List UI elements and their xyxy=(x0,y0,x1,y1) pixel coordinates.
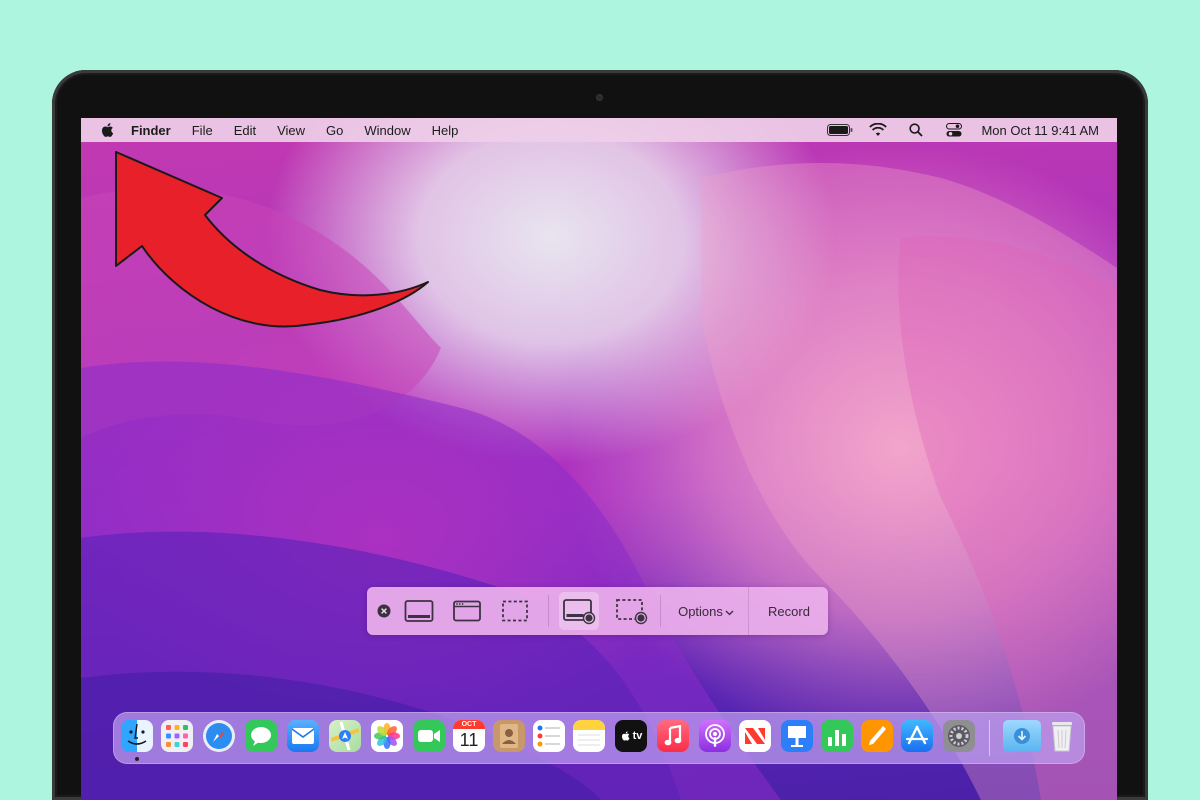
facetime-icon[interactable] xyxy=(413,720,445,752)
menu-view[interactable]: View xyxy=(277,123,305,138)
music-icon[interactable] xyxy=(657,720,689,752)
numbers-icon[interactable] xyxy=(821,720,853,752)
calendar-day-label: 11 xyxy=(459,730,479,750)
launchpad-icon[interactable] xyxy=(161,720,193,752)
trash-icon[interactable] xyxy=(1047,720,1077,752)
keynote-icon[interactable] xyxy=(781,720,813,752)
menu-go[interactable]: Go xyxy=(326,123,343,138)
notes-icon[interactable] xyxy=(573,720,605,752)
podcasts-icon[interactable] xyxy=(699,720,731,752)
photos-icon[interactable] xyxy=(371,720,403,752)
menu-bar: Finder File Edit View Go Window Help Mon… xyxy=(81,118,1117,142)
close-icon[interactable] xyxy=(375,602,393,620)
messages-icon[interactable] xyxy=(245,720,277,752)
record-label: Record xyxy=(768,603,810,619)
control-center-icon[interactable] xyxy=(941,122,967,138)
tv-label: tv xyxy=(632,730,643,742)
search-icon[interactable] xyxy=(903,122,929,138)
toolbar-divider xyxy=(548,595,549,627)
record-selection-icon[interactable] xyxy=(611,592,651,630)
calendar-month-label: OCT xyxy=(453,720,485,729)
capture-window-icon[interactable] xyxy=(449,595,485,627)
options-label: Options xyxy=(678,603,723,619)
toolbar-divider xyxy=(660,595,661,627)
maps-icon[interactable] xyxy=(329,720,361,752)
dock-divider xyxy=(989,720,990,756)
reminders-icon[interactable] xyxy=(533,720,565,752)
chevron-down-icon xyxy=(725,610,734,615)
menu-edit[interactable]: Edit xyxy=(234,123,256,138)
record-entire-screen-icon[interactable] xyxy=(559,592,599,630)
tv-icon[interactable]: tv xyxy=(615,720,647,752)
camera xyxy=(596,94,603,101)
wifi-icon[interactable] xyxy=(865,122,891,138)
menu-clock[interactable]: Mon Oct 11 9:41 AM xyxy=(981,123,1099,138)
capture-entire-screen-icon[interactable] xyxy=(401,595,437,627)
wallpaper xyxy=(81,163,1117,800)
system-preferences-icon[interactable] xyxy=(943,720,975,752)
calendar-icon[interactable]: OCT 11 xyxy=(453,720,485,752)
downloads-folder-icon[interactable] xyxy=(1003,720,1041,752)
safari-icon[interactable] xyxy=(203,720,235,752)
menu-file[interactable]: File xyxy=(192,123,213,138)
app-store-icon[interactable] xyxy=(901,720,933,752)
laptop-frame: Finder File Edit View Go Window Help Mon… xyxy=(52,70,1148,800)
menu-finder[interactable]: Finder xyxy=(131,123,171,138)
battery-icon[interactable] xyxy=(827,122,853,138)
desktop-screen: Finder File Edit View Go Window Help Mon… xyxy=(81,118,1117,800)
finder-running-indicator xyxy=(135,757,139,761)
pages-icon[interactable] xyxy=(861,720,893,752)
options-button[interactable]: Options xyxy=(667,595,745,627)
dock: OCT 11 tv xyxy=(113,712,1085,764)
apple-logo-icon[interactable] xyxy=(99,121,117,139)
menu-help[interactable]: Help xyxy=(432,123,459,138)
contacts-icon[interactable] xyxy=(493,720,525,752)
capture-selection-icon[interactable] xyxy=(497,595,533,627)
record-button[interactable]: Record xyxy=(748,587,829,635)
news-icon[interactable] xyxy=(739,720,771,752)
mail-icon[interactable] xyxy=(287,720,319,752)
screenshot-toolbar: Options Record xyxy=(367,587,828,635)
finder-icon[interactable] xyxy=(121,720,153,752)
menu-window[interactable]: Window xyxy=(364,123,410,138)
